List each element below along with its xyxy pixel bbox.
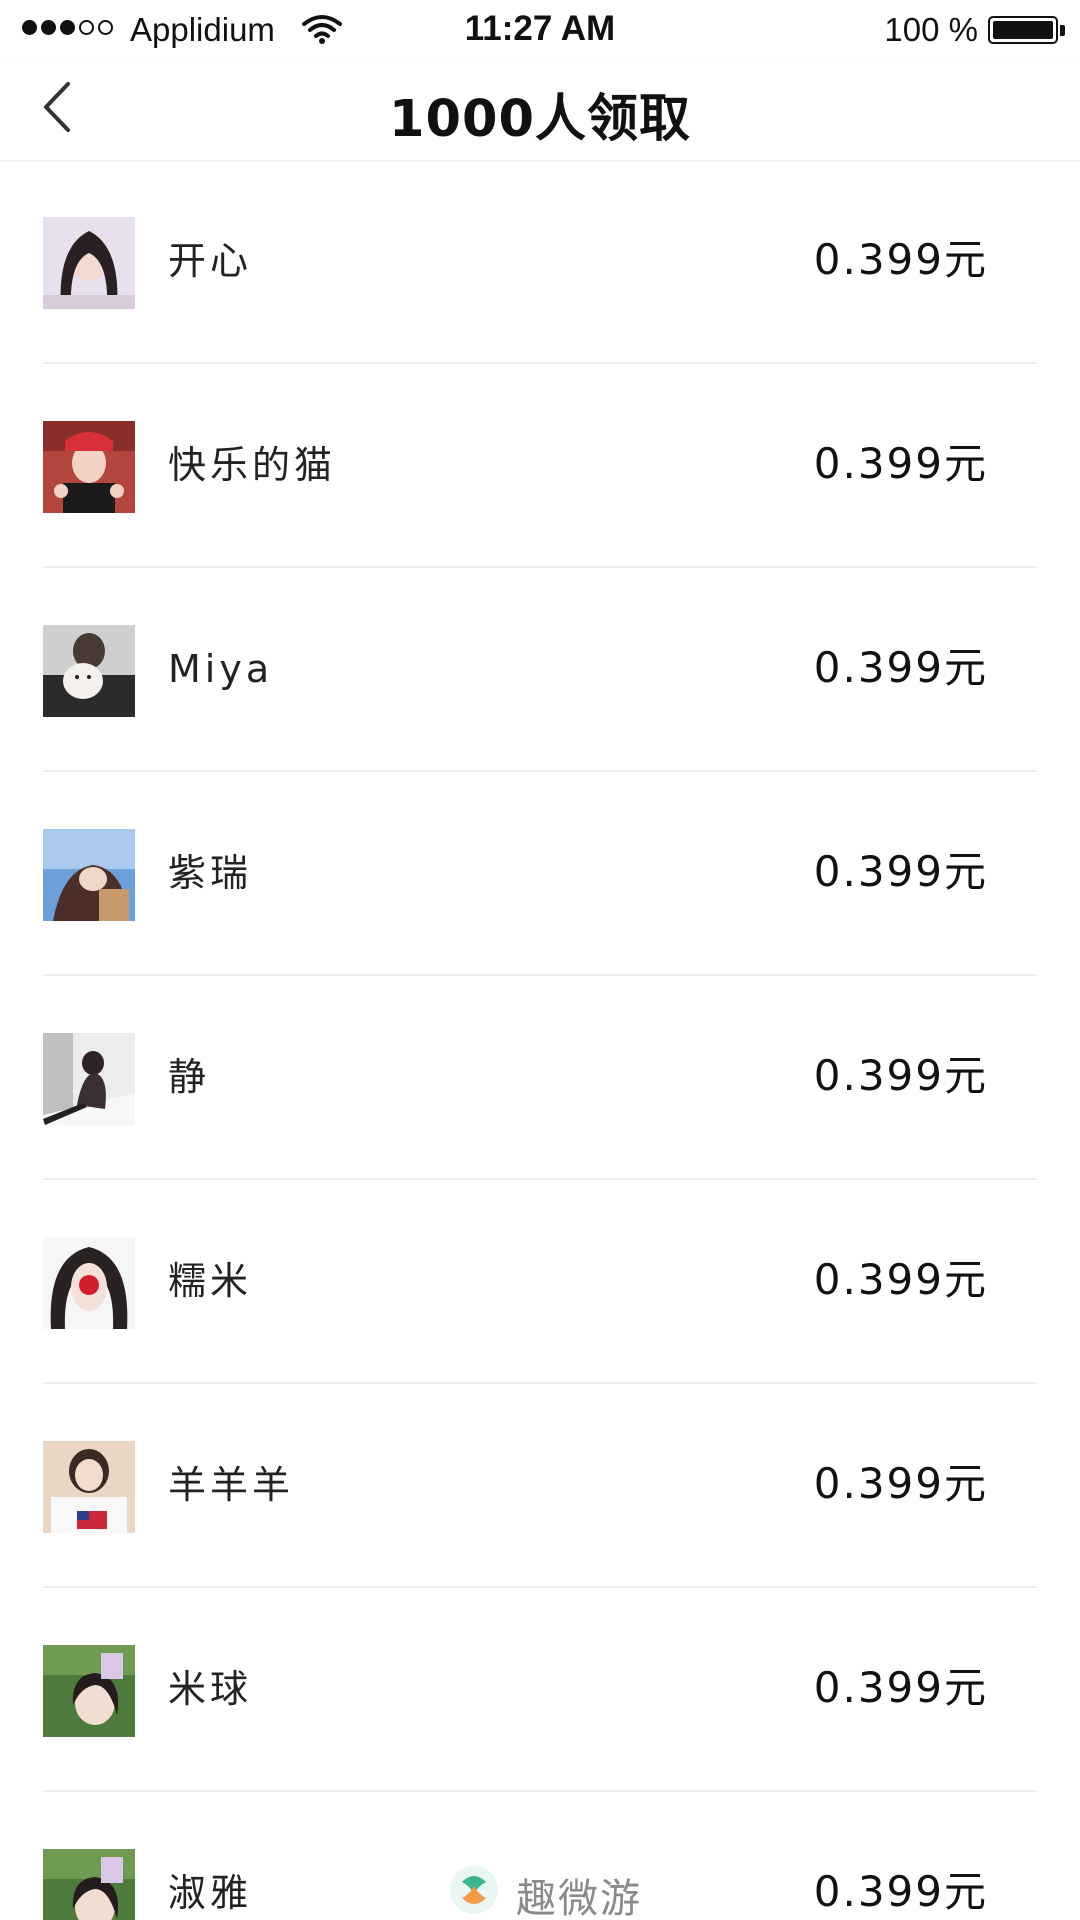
user-name: 糯米	[168, 1259, 253, 1303]
recipient-list: 开心 0.399元 快乐的猫 0.399元 Miya 0.399元 紫瑞 0.3…	[0, 160, 1080, 1920]
page-title: 1000人领取	[389, 90, 691, 149]
list-item[interactable]: 开心 0.399元	[0, 160, 1080, 364]
amount: 0.399元	[813, 1867, 988, 1916]
list-item[interactable]: 静 0.399元	[0, 976, 1080, 1180]
amount: 0.399元	[813, 1255, 988, 1304]
avatar	[43, 625, 135, 717]
amount: 0.399元	[813, 1663, 988, 1712]
quweiyou-logo-icon	[450, 1866, 498, 1914]
user-name: 淑雅	[168, 1871, 253, 1915]
avatar	[43, 1645, 135, 1737]
avatar	[43, 421, 135, 513]
user-name: 快乐的猫	[168, 443, 337, 487]
avatar	[43, 217, 135, 309]
avatar	[43, 1237, 135, 1329]
list-item[interactable]: 米球 0.399元	[0, 1588, 1080, 1792]
amount: 0.399元	[813, 439, 988, 488]
avatar	[43, 1849, 135, 1920]
amount: 0.399元	[813, 847, 988, 896]
list-item[interactable]: 快乐的猫 0.399元	[0, 364, 1080, 568]
list-item[interactable]: Miya 0.399元	[0, 568, 1080, 772]
status-bar: Applidium 11:27 AM 100 %	[0, 0, 1080, 60]
user-name: 羊羊羊	[168, 1463, 295, 1507]
watermark-text: 趣微游	[516, 1876, 642, 1920]
user-name: Miya	[168, 647, 274, 691]
user-name: 紫瑞	[168, 851, 253, 895]
user-name: 静	[168, 1055, 211, 1099]
amount: 0.399元	[813, 235, 988, 284]
battery-percent: 100 %	[884, 11, 978, 48]
amount: 0.399元	[813, 1459, 988, 1508]
avatar	[43, 1033, 135, 1125]
list-item[interactable]: 糯米 0.399元	[0, 1180, 1080, 1384]
amount: 0.399元	[813, 643, 988, 692]
navigation-bar: 1000人领取	[0, 60, 1080, 161]
user-name: 开心	[168, 239, 253, 283]
avatar	[43, 1441, 135, 1533]
amount: 0.399元	[813, 1051, 988, 1100]
avatar	[43, 829, 135, 921]
battery-icon	[988, 16, 1058, 44]
watermark: 趣微游	[448, 1864, 648, 1920]
screen: Applidium 11:27 AM 100 % 1000人领取 开心 0.39…	[0, 0, 1080, 1920]
user-name: 米球	[168, 1667, 253, 1711]
list-item[interactable]: 紫瑞 0.399元	[0, 772, 1080, 976]
list-item[interactable]: 羊羊羊 0.399元	[0, 1384, 1080, 1588]
